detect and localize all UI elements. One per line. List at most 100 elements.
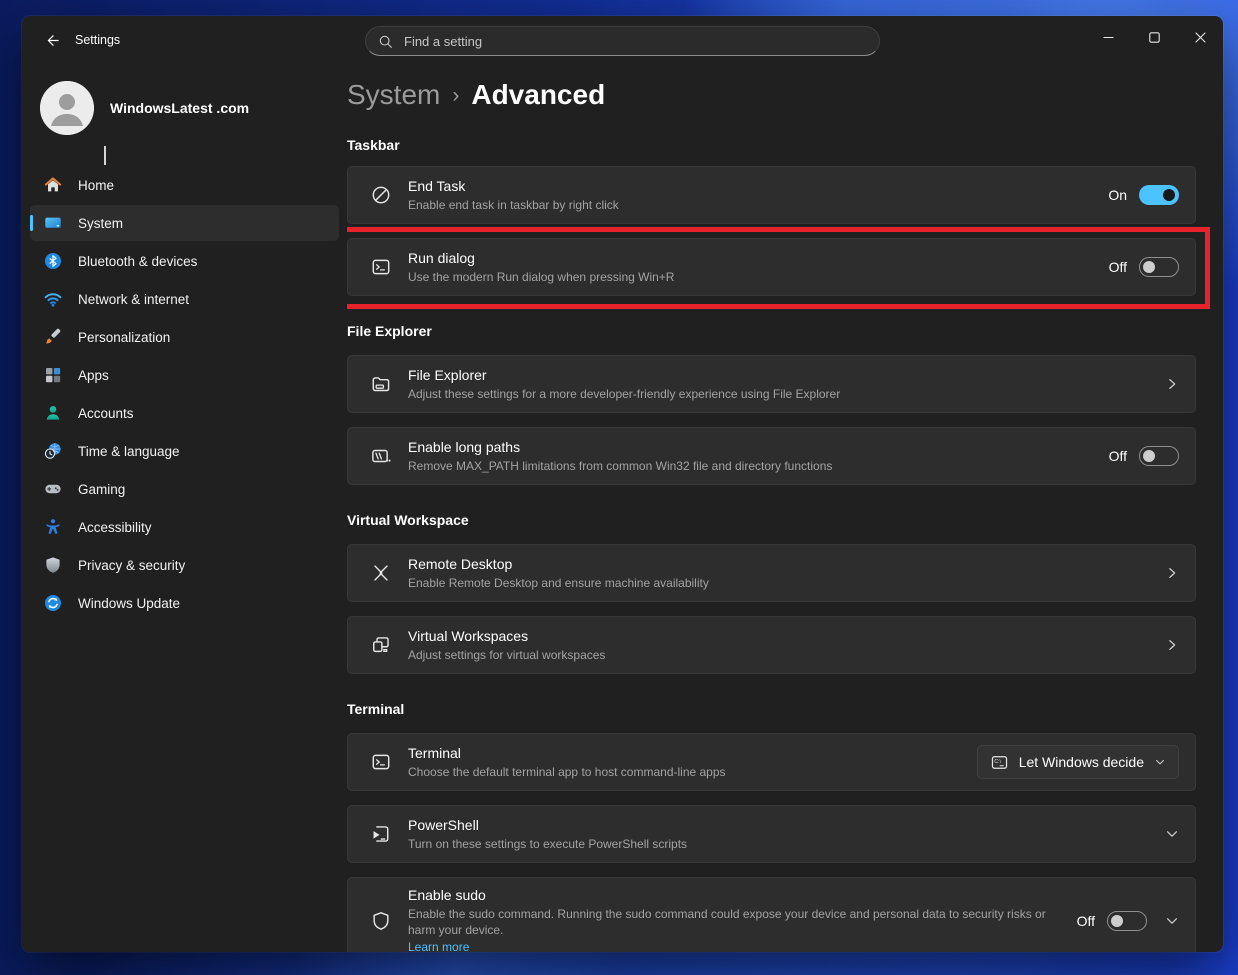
section-title-terminal: Terminal <box>347 700 1196 718</box>
toggle-state-label: Off <box>1077 913 1095 929</box>
folder-icon <box>362 373 408 395</box>
sidebar-item-time-language[interactable]: Time & language <box>30 433 339 469</box>
setting-title: End Task <box>408 177 1088 196</box>
sidebar-item-label: Bluetooth & devices <box>78 254 197 269</box>
setting-row-file-explorer[interactable]: File Explorer Adjust these settings for … <box>347 355 1196 413</box>
main-content: System›Advanced Taskbar End Task Enable … <box>347 64 1223 952</box>
minimize-button[interactable] <box>1085 16 1131 58</box>
system-icon <box>43 213 63 233</box>
sidebar-item-label: Accessibility <box>78 520 152 535</box>
setting-description: Adjust settings for virtual workspaces <box>408 647 1145 663</box>
setting-title: PowerShell <box>408 816 1145 835</box>
toggle-state-label: Off <box>1109 448 1127 464</box>
enable-sudo-toggle[interactable] <box>1107 911 1147 931</box>
setting-row-enable-long-paths: Enable long paths Remove MAX_PATH limita… <box>347 427 1196 485</box>
setting-row-enable-sudo[interactable]: Enable sudo Enable the sudo command. Run… <box>347 877 1196 952</box>
sidebar-item-label: Gaming <box>78 482 125 497</box>
breadcrumb-separator: › <box>440 84 471 107</box>
personalization-icon <box>43 327 63 347</box>
setting-description: Use the modern Run dialog when pressing … <box>408 269 1089 285</box>
setting-row-end-task: End Task Enable end task in taskbar by r… <box>347 166 1196 224</box>
sidebar-item-system[interactable]: System <box>30 205 339 241</box>
toggle-knob <box>1143 261 1155 273</box>
text-caret <box>104 146 106 165</box>
toggle-knob <box>1143 450 1155 462</box>
sidebar-item-label: Time & language <box>78 444 180 459</box>
sidebar-item-accounts[interactable]: Accounts <box>30 395 339 431</box>
run-dialog-toggle[interactable] <box>1139 257 1179 277</box>
chevron-down-icon <box>1154 756 1166 768</box>
section-title-file-explorer: File Explorer <box>347 322 1196 340</box>
dropdown-value: Let Windows decide <box>1019 754 1144 770</box>
settings-window: Settings <box>22 16 1223 952</box>
end-task-icon <box>362 184 408 206</box>
sidebar-item-network-internet[interactable]: Network & internet <box>30 281 339 317</box>
enable-long-paths-toggle[interactable] <box>1139 446 1179 466</box>
chevron-right-icon <box>1165 377 1179 391</box>
svg-text:C:\: C:\ <box>994 759 1001 765</box>
setting-row-powershell[interactable]: PowerShell Turn on these settings to exe… <box>347 805 1196 863</box>
user-profile[interactable]: WindowsLatest .com <box>40 81 347 135</box>
setting-description: Adjust these settings for a more develop… <box>408 386 1145 402</box>
apps-icon <box>43 365 63 385</box>
accounts-icon <box>43 403 63 423</box>
breadcrumb-parent[interactable]: System <box>347 79 440 110</box>
windows-update-icon <box>43 593 63 613</box>
close-icon <box>1195 32 1206 43</box>
sidebar-item-accessibility[interactable]: Accessibility <box>30 509 339 545</box>
chevron-right-icon <box>1165 638 1179 652</box>
powershell-icon <box>362 823 408 845</box>
search-box[interactable] <box>365 26 880 56</box>
setting-description: Remove MAX_PATH limitations from common … <box>408 458 1089 474</box>
minimize-icon <box>1103 32 1114 43</box>
avatar <box>40 81 94 135</box>
gaming-icon <box>43 479 63 499</box>
learn-more-link[interactable]: Learn more <box>408 940 469 952</box>
app-title: Settings <box>75 16 120 64</box>
setting-title: Virtual Workspaces <box>408 627 1145 646</box>
setting-row-terminal: Terminal Choose the default terminal app… <box>347 733 1196 791</box>
search-input[interactable] <box>402 33 867 50</box>
setting-description: Enable end task in taskbar by right clic… <box>408 197 1088 213</box>
shield-icon <box>362 910 408 932</box>
sidebar-item-windows-update[interactable]: Windows Update <box>30 585 339 621</box>
sidebar-item-label: System <box>78 216 123 231</box>
setting-description: Enable Remote Desktop and ensure machine… <box>408 575 1145 591</box>
setting-description: Turn on these settings to execute PowerS… <box>408 836 1145 852</box>
chevron-down-icon[interactable] <box>1165 827 1179 841</box>
cmd-icon: C:\ <box>990 753 1009 772</box>
sidebar-item-gaming[interactable]: Gaming <box>30 471 339 507</box>
close-button[interactable] <box>1177 16 1223 58</box>
breadcrumb: System›Advanced <box>347 76 1196 115</box>
toggle-state-label: On <box>1108 187 1127 203</box>
sidebar-item-home[interactable]: Home <box>30 167 339 203</box>
terminal-app-dropdown[interactable]: C:\ Let Windows decide <box>977 745 1179 779</box>
toggle-knob <box>1163 189 1175 201</box>
sidebar-item-label: Accounts <box>78 406 134 421</box>
section-title-virtual-workspace: Virtual Workspace <box>347 511 1196 529</box>
chevron-down-icon[interactable] <box>1165 914 1179 928</box>
setting-description: Enable the sudo command. Running the sud… <box>408 906 1057 938</box>
sidebar-item-label: Privacy & security <box>78 558 185 573</box>
sidebar-item-privacy-security[interactable]: Privacy & security <box>30 547 339 583</box>
setting-row-remote-desktop[interactable]: Remote Desktop Enable Remote Desktop and… <box>347 544 1196 602</box>
back-button[interactable] <box>32 24 72 56</box>
sidebar-item-label: Personalization <box>78 330 170 345</box>
setting-row-virtual-workspaces[interactable]: Virtual Workspaces Adjust settings for v… <box>347 616 1196 674</box>
setting-title: Remote Desktop <box>408 555 1145 574</box>
home-icon <box>43 175 63 195</box>
maximize-button[interactable] <box>1131 16 1177 58</box>
toggle-knob <box>1111 915 1123 927</box>
setting-row-run-dialog: Run dialog Use the modern Run dialog whe… <box>347 238 1196 296</box>
setting-title: Enable long paths <box>408 438 1089 457</box>
sidebar-item-bluetooth-devices[interactable]: Bluetooth & devices <box>30 243 339 279</box>
titlebar: Settings <box>22 16 1223 64</box>
end-task-toggle[interactable] <box>1139 185 1179 205</box>
sidebar-item-personalization[interactable]: Personalization <box>30 319 339 355</box>
sidebar-item-apps[interactable]: Apps <box>30 357 339 393</box>
virtual-workspaces-icon <box>362 634 408 656</box>
sidebar-item-label: Home <box>78 178 114 193</box>
setting-title: Run dialog <box>408 249 1089 268</box>
bluetooth-icon <box>43 251 63 271</box>
sidebar-item-label: Windows Update <box>78 596 180 611</box>
